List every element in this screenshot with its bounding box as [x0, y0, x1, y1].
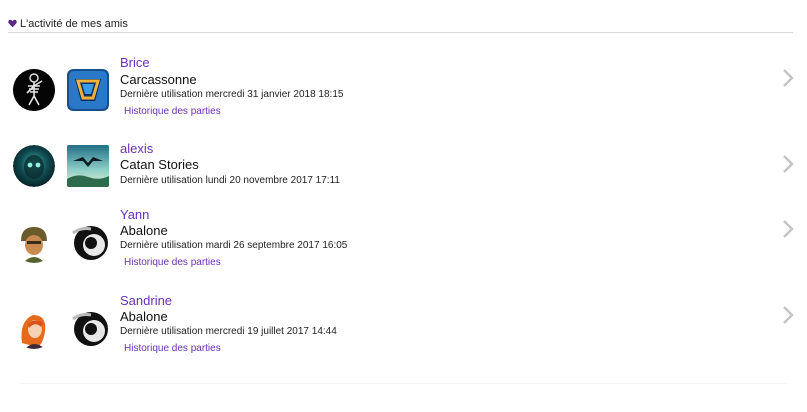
- friend-name[interactable]: Sandrine: [120, 293, 172, 308]
- friend-row-sandrine[interactable]: Sandrine Abalone Dernière utilisation me…: [0, 288, 807, 363]
- soldier-avatar-icon[interactable]: [13, 221, 55, 263]
- game-history-link[interactable]: Historique des parties: [124, 343, 221, 354]
- game-name: Abalone: [120, 309, 168, 324]
- abalone-game-icon[interactable]: [67, 307, 109, 349]
- game-name: Abalone: [120, 223, 168, 238]
- last-used-text: Dernière utilisation lundi 20 novembre 2…: [120, 175, 340, 186]
- last-used-text: Dernière utilisation mercredi 19 juillet…: [120, 326, 337, 337]
- skeleton-avatar-icon[interactable]: [13, 69, 55, 111]
- last-used-text: Dernière utilisation mercredi 31 janvier…: [120, 89, 344, 100]
- friend-name[interactable]: Yann: [120, 207, 149, 222]
- ghost-mask-avatar-icon[interactable]: [13, 145, 55, 187]
- chevron-right-icon[interactable]: [781, 219, 795, 239]
- red-hair-avatar-icon[interactable]: [13, 307, 55, 349]
- section-header: L'activité de mes amis: [8, 17, 793, 33]
- catan-stories-game-icon[interactable]: [67, 145, 109, 187]
- carcassonne-game-icon[interactable]: [67, 69, 109, 111]
- section-title: L'activité de mes amis: [20, 18, 128, 30]
- chevron-right-icon[interactable]: [781, 305, 795, 325]
- chevron-right-icon[interactable]: [781, 68, 795, 88]
- game-name: Catan Stories: [120, 157, 199, 172]
- friend-name[interactable]: alexis: [120, 141, 153, 156]
- friend-name[interactable]: Brice: [120, 55, 150, 70]
- divider: [20, 383, 787, 384]
- game-history-link[interactable]: Historique des parties: [124, 106, 221, 117]
- game-name: Carcassonne: [120, 72, 197, 87]
- game-history-link[interactable]: Historique des parties: [124, 257, 221, 268]
- last-used-text: Dernière utilisation mardi 26 septembre …: [120, 240, 348, 251]
- abalone-game-icon[interactable]: [67, 221, 109, 263]
- heart-icon: [8, 19, 17, 28]
- friend-row-yann[interactable]: Yann Abalone Dernière utilisation mardi …: [0, 202, 807, 277]
- friend-row-alexis[interactable]: alexis Catan Stories Dernière utilisatio…: [0, 136, 807, 196]
- chevron-right-icon[interactable]: [781, 154, 795, 174]
- friend-row-brice[interactable]: Brice Carcassonne Dernière utilisation m…: [0, 50, 807, 125]
